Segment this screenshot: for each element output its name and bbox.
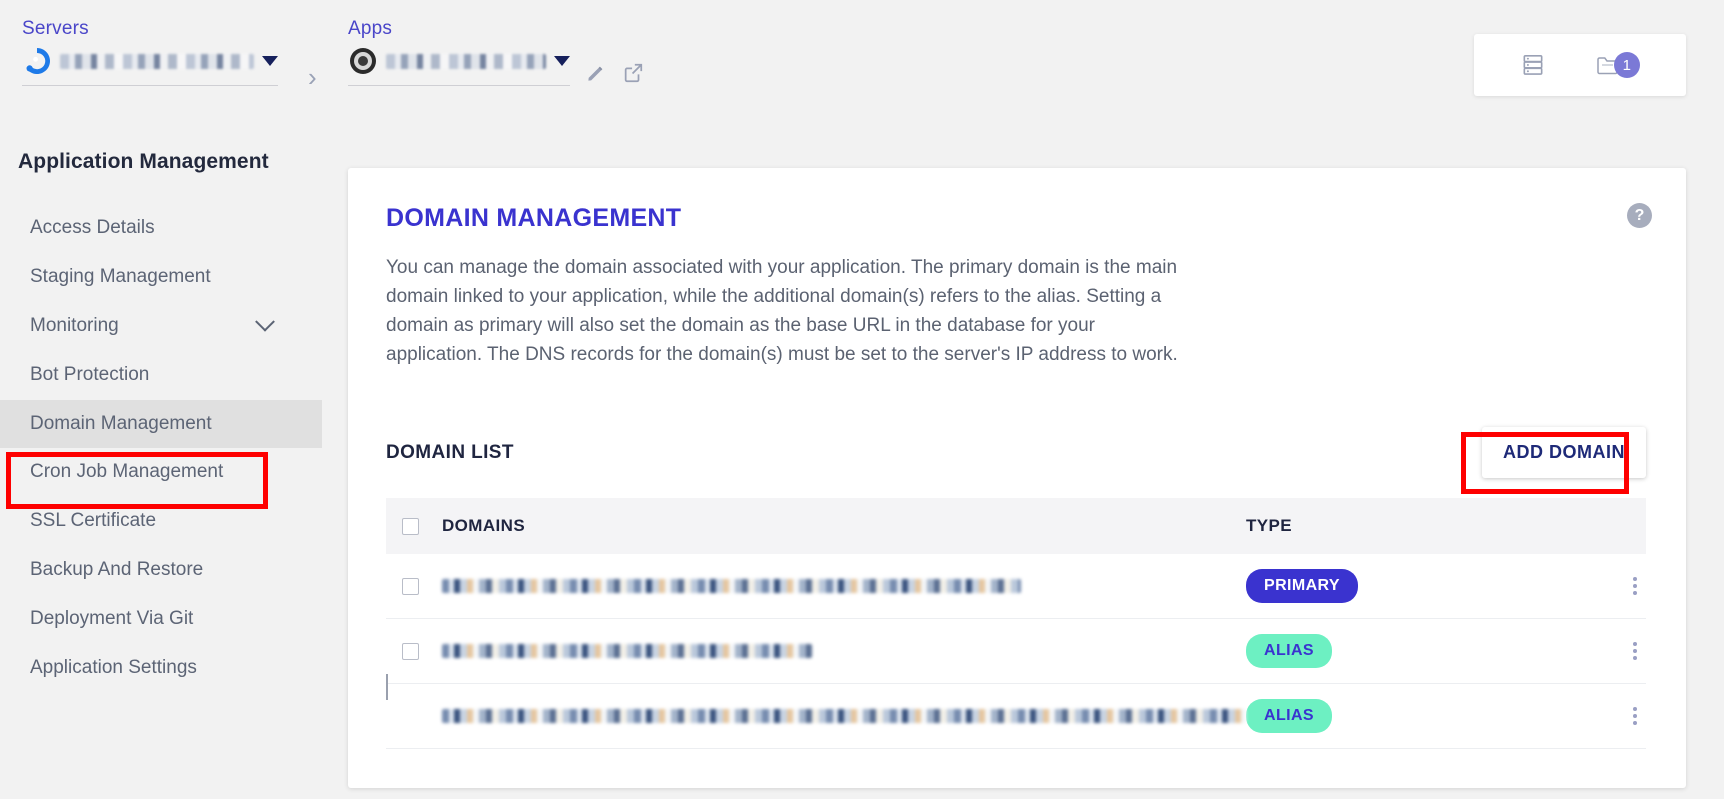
text-cursor (386, 674, 388, 700)
sidebar-item-label: Deployment Via Git (30, 608, 194, 630)
page-description: You can manage the domain associated wit… (386, 257, 1178, 365)
server-dropdown-caret-icon[interactable] (262, 56, 278, 66)
apps-label: Apps (348, 18, 393, 39)
sidebar-item-cron-job-management[interactable]: Cron Job Management (0, 448, 322, 497)
select-all-checkbox[interactable] (402, 517, 419, 535)
row-actions-cell (1576, 554, 1646, 619)
row-select-cell (386, 683, 442, 749)
page-title: DOMAIN MANAGEMENT (386, 204, 682, 232)
sidebar-item-access-details[interactable]: Access Details (0, 204, 322, 253)
folder-with-count[interactable]: 1 (1595, 52, 1640, 78)
servers-label: Servers (22, 18, 89, 39)
table-row[interactable]: ALIAS (386, 618, 1646, 684)
sidebar-item-domain-management[interactable]: Domain Management (0, 399, 322, 449)
kebab-menu-icon[interactable] (1624, 707, 1646, 725)
kebab-menu-icon[interactable] (1624, 642, 1646, 660)
top-bar: Servers › Apps 1 (0, 0, 1724, 108)
domain-type-cell: ALIAS (1246, 683, 1576, 749)
status-badge: ALIAS (1246, 634, 1332, 668)
server-provider-icon (22, 46, 52, 76)
add-domain-button[interactable]: ADD DOMAIN (1482, 427, 1646, 478)
server-selector[interactable]: Servers (22, 18, 278, 86)
table-row[interactable]: ALIAS (386, 683, 1646, 749)
sidebar-item-label: Bot Protection (30, 363, 150, 385)
domain-type-cell: PRIMARY (1246, 554, 1576, 619)
sidebar-item-bot-protection[interactable]: Bot Protection (0, 351, 322, 400)
sidebar-item-ssl-certificate[interactable]: SSL Certificate (0, 497, 322, 546)
sidebar-item-label: Access Details (30, 217, 155, 238)
sidebar-item-application-settings[interactable]: Application Settings (0, 644, 322, 693)
pencil-icon[interactable] (583, 60, 609, 86)
row-select-cell (386, 554, 442, 619)
server-name-redacted (60, 53, 254, 69)
top-right-actions-card: 1 (1474, 34, 1686, 96)
domain-list-title: DOMAIN LIST (386, 441, 514, 463)
sidebar-item-staging-management[interactable]: Staging Management (0, 253, 322, 302)
breadcrumb-separator-icon: › (308, 62, 317, 92)
server-stack-icon[interactable] (1520, 52, 1546, 78)
domain-name-redacted (442, 579, 1021, 593)
domain-list-header: DOMAIN LIST ADD DOMAIN (386, 427, 1646, 478)
domain-type-cell: ALIAS (1246, 618, 1576, 684)
app-dropdown-caret-icon[interactable] (554, 56, 570, 66)
domain-name-redacted (442, 644, 812, 658)
app-selector[interactable]: Apps (348, 18, 570, 86)
row-checkbox[interactable] (402, 642, 419, 660)
sidebar-title: Application Management (18, 150, 269, 173)
type-column-header: TYPE (1246, 516, 1293, 535)
sidebar-item-label: Backup And Restore (30, 559, 204, 581)
sidebar-item-backup-and-restore[interactable]: Backup And Restore (0, 546, 322, 595)
sidebar-item-label: Staging Management (30, 265, 211, 287)
sidebar: Application Management Access Details Sta… (0, 150, 322, 693)
sidebar-item-label: SSL Certificate (30, 510, 157, 532)
row-actions-cell (1576, 683, 1646, 749)
sidebar-item-list: Access Details Staging Management Monitori… (0, 204, 322, 693)
domain-name-cell (442, 554, 1246, 619)
sidebar-item-label: Domain Management (30, 412, 212, 434)
status-badge: PRIMARY (1246, 569, 1358, 603)
domain-name-cell (442, 618, 1246, 684)
sidebar-item-monitoring[interactable]: Monitoring (0, 302, 322, 351)
sidebar-item-label: Application Settings (30, 657, 197, 679)
domain-table-body: PRIMARY ALIAS ALIAS (386, 554, 1646, 749)
select-all-header (386, 498, 442, 554)
status-badge: ALIAS (1246, 699, 1332, 733)
app-icon (348, 46, 378, 76)
app-page: Servers › Apps 1 Application Management … (0, 0, 1724, 799)
row-select-cell (386, 618, 442, 684)
table-row[interactable]: PRIMARY (386, 554, 1646, 619)
sidebar-item-label: Monitoring (30, 314, 119, 336)
table-header-row: DOMAINS TYPE (386, 498, 1646, 554)
row-actions-cell (1576, 618, 1646, 684)
question-mark-icon[interactable]: ? (1627, 203, 1652, 228)
sidebar-item-deployment-via-git[interactable]: Deployment Via Git (0, 595, 322, 644)
external-link-icon[interactable] (620, 60, 646, 86)
domains-column-header: DOMAINS (442, 516, 526, 535)
domain-table: DOMAINS TYPE PRIMARY ALIAS ALIAS (386, 498, 1646, 749)
domain-name-cell (442, 683, 1246, 749)
domain-table-head: DOMAINS TYPE (386, 498, 1646, 554)
domain-management-card: DOMAIN MANAGEMENT ? You can manage the d… (348, 168, 1686, 788)
kebab-menu-icon[interactable] (1624, 577, 1646, 595)
app-name-redacted (386, 53, 546, 69)
chevron-down-icon[interactable] (255, 312, 275, 332)
folder-count-badge: 1 (1613, 52, 1640, 78)
actions-column-header (1576, 498, 1646, 554)
row-checkbox[interactable] (402, 577, 419, 595)
domain-name-redacted (442, 709, 1246, 723)
sidebar-item-label: Cron Job Management (30, 461, 224, 483)
